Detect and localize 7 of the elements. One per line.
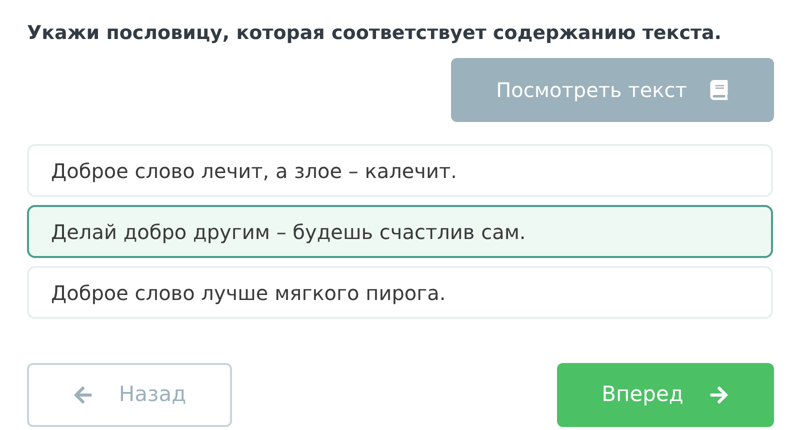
- answer-option[interactable]: Делай добро другим – будешь счастлив сам.: [27, 205, 773, 258]
- answer-option[interactable]: Доброе слово лечит, а злое – калечит.: [27, 144, 773, 197]
- book-icon: [708, 80, 729, 100]
- question-text: Укажи пословицу, которая соответствует содержанию текста.: [27, 21, 723, 46]
- arrow-right-icon: [709, 385, 730, 405]
- arrow-left-icon: [72, 385, 93, 405]
- answer-option[interactable]: Доброе слово лучше мягкого пирога.: [27, 266, 773, 319]
